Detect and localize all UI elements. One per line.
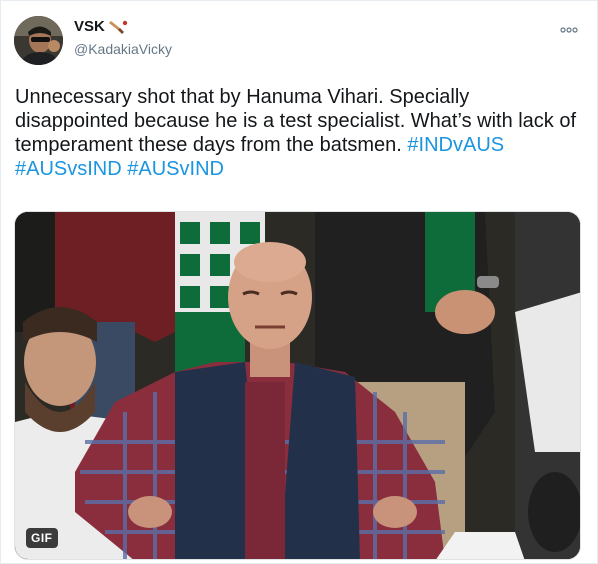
tweet-card: VSK @KadakiaVicky Unnecessary shot that … (0, 0, 598, 564)
hashtag-ausvind[interactable]: #AUSvIND (127, 158, 224, 180)
avatar-image (14, 16, 63, 65)
hashtag-ausvsind[interactable]: #AUSvsIND (15, 158, 122, 180)
gif-badge: GIF (26, 528, 58, 548)
author-name-row[interactable]: VSK (74, 18, 128, 35)
tweet-media-gif[interactable]: GIF (14, 211, 581, 560)
user-avatar[interactable] (14, 16, 63, 65)
more-options-icon[interactable] (559, 23, 579, 35)
gif-image (15, 212, 580, 559)
author-handle[interactable]: @KadakiaVicky (74, 41, 172, 57)
author-display-name[interactable]: VSK (74, 18, 105, 35)
hashtag-indvaus[interactable]: #INDvAUS (407, 134, 504, 156)
cricket-bat-icon (108, 19, 128, 35)
tweet-text: Unnecessary shot that by Hanuma Vihari. … (15, 85, 585, 181)
